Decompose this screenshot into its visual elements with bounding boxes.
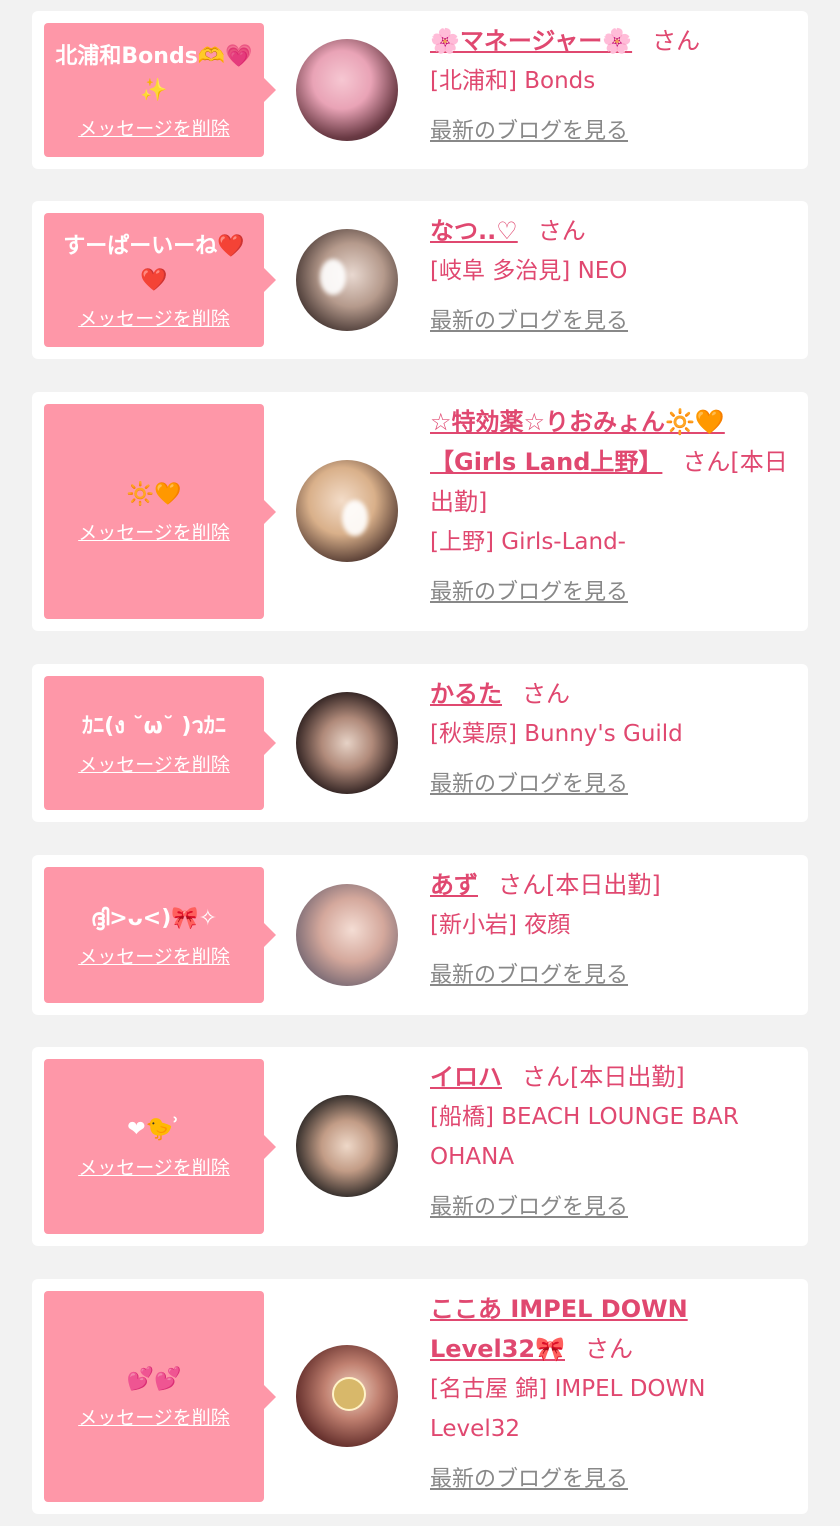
shop-name: [名古屋 錦] IMPEL DOWN Level32 xyxy=(430,1376,706,1442)
message-card: ദ്ദി>ᴗ<)🎀✧ メッセージを削除 あず さん[本日出勤] [新小岩] 夜顔 … xyxy=(32,855,808,1015)
sender-name-line: イロハ さん[本日出勤] xyxy=(430,1057,800,1097)
shop-name: [上野] Girls-Land- xyxy=(430,529,626,555)
avatar[interactable] xyxy=(296,229,398,331)
shop-name: [船橋] BEACH LOUNGE BAR OHANA xyxy=(430,1104,739,1170)
sender-name-link[interactable]: 🌸マネージャー🌸 xyxy=(430,27,632,55)
message-card: ｶﾆ(ง ˘ω˘ )วｶﾆ メッセージを削除 かるた さん [秋葉原] Bunny… xyxy=(32,664,808,822)
work-status: [本日出勤] xyxy=(546,871,661,899)
sender-info: ここあ IMPEL DOWN Level32🎀 さん [名古屋 錦] IMPEL … xyxy=(430,1289,800,1493)
latest-blog-link[interactable]: 最新のブログを見る xyxy=(430,957,628,989)
delete-message-link[interactable]: メッセージを削除 xyxy=(78,304,230,331)
latest-blog-link[interactable]: 最新のブログを見る xyxy=(430,303,628,335)
avatar[interactable] xyxy=(296,39,398,141)
message-text: 💕💕 xyxy=(126,1367,182,1392)
level-badge-icon xyxy=(332,1377,366,1411)
sender-info: あず さん[本日出勤] [新小岩] 夜顔 最新のブログを見る xyxy=(430,865,800,989)
sender-name-line: なつ..♡ さん xyxy=(430,211,800,251)
message-text: 北浦和Bonds🫶💗✨ xyxy=(55,43,253,103)
blur-mask xyxy=(320,259,346,295)
message-card: 💕💕 メッセージを削除 ここあ IMPEL DOWN Level32🎀 さん [名… xyxy=(32,1279,808,1514)
honorific: さん xyxy=(585,1335,633,1363)
honorific: さん xyxy=(537,217,586,245)
message-bubble: 🔆🧡 メッセージを削除 xyxy=(44,404,276,619)
sender-name-line: かるた さん xyxy=(430,674,800,714)
sender-name-link[interactable]: かるた xyxy=(430,680,502,708)
message-bubble: 💕💕 メッセージを削除 xyxy=(44,1291,276,1502)
honorific: さん xyxy=(682,448,731,476)
honorific: さん xyxy=(522,1063,570,1091)
message-card: 北浦和Bonds🫶💗✨ メッセージを削除 🌸マネージャー🌸 さん [北浦和] Bo… xyxy=(32,11,808,169)
delete-message-link[interactable]: メッセージを削除 xyxy=(78,942,230,969)
blur-mask xyxy=(342,500,368,536)
latest-blog-link[interactable]: 最新のブログを見る xyxy=(430,1461,628,1493)
delete-message-link[interactable]: メッセージを削除 xyxy=(78,518,230,545)
avatar[interactable] xyxy=(296,1345,398,1447)
work-status: [本日出勤] xyxy=(570,1063,685,1091)
honorific: さん xyxy=(652,27,701,55)
message-text: ｶﾆ(ง ˘ω˘ )วｶﾆ xyxy=(82,713,226,739)
avatar[interactable] xyxy=(296,884,398,986)
sender-name-line: ☆特効薬☆りおみょん🔆🧡【Girls Land上野】 さん[本日出勤] xyxy=(430,402,800,522)
latest-blog-link[interactable]: 最新のブログを見る xyxy=(430,766,628,798)
message-list: 北浦和Bonds🫶💗✨ メッセージを削除 🌸マネージャー🌸 さん [北浦和] Bo… xyxy=(0,0,840,1526)
shop-name: [岐阜 多治見] NEO xyxy=(430,258,628,284)
sender-info: 🌸マネージャー🌸 さん [北浦和] Bonds 最新のブログを見る xyxy=(430,21,800,145)
message-card: 🔆🧡 メッセージを削除 ☆特効薬☆りおみょん🔆🧡【Girls Land上野】 さん… xyxy=(32,392,808,631)
message-text: すーぱーいーね❤️❤️ xyxy=(63,233,245,293)
avatar[interactable] xyxy=(296,460,398,562)
sender-info: ☆特効薬☆りおみょん🔆🧡【Girls Land上野】 さん[本日出勤] [上野] … xyxy=(430,402,800,606)
delete-message-link[interactable]: メッセージを削除 xyxy=(78,750,230,777)
message-bubble: ｶﾆ(ง ˘ω˘ )วｶﾆ メッセージを削除 xyxy=(44,676,276,810)
honorific: さん xyxy=(522,680,570,708)
delete-message-link[interactable]: メッセージを削除 xyxy=(78,1403,230,1430)
avatar[interactable] xyxy=(296,1095,398,1197)
sender-name-link[interactable]: あず xyxy=(430,871,478,899)
sender-name-line: 🌸マネージャー🌸 さん xyxy=(430,21,800,61)
message-text: ദ്ദി>ᴗ<)🎀✧ xyxy=(90,905,218,931)
delete-message-link[interactable]: メッセージを削除 xyxy=(78,114,230,141)
sender-info: なつ..♡ さん [岐阜 多治見] NEO 最新のブログを見る xyxy=(430,211,800,335)
sender-info: かるた さん [秋葉原] Bunny's Guild 最新のブログを見る xyxy=(430,674,800,798)
message-text: ❤︎🐤 ͗ xyxy=(127,1117,181,1142)
sender-name-link[interactable]: ここあ IMPEL DOWN Level32🎀 xyxy=(430,1295,688,1363)
message-card: ❤︎🐤 ͗ メッセージを削除 イロハ さん[本日出勤] [船橋] BEACH LO… xyxy=(32,1047,808,1246)
sender-name-link[interactable]: ☆特効薬☆りおみょん🔆🧡【Girls Land上野】 xyxy=(430,408,725,476)
message-bubble: ദ്ദി>ᴗ<)🎀✧ メッセージを削除 xyxy=(44,867,276,1003)
shop-name: [新小岩] 夜顔 xyxy=(430,912,571,938)
sender-name-link[interactable]: イロハ xyxy=(430,1063,502,1091)
latest-blog-link[interactable]: 最新のブログを見る xyxy=(430,1189,628,1221)
shop-name: [北浦和] Bonds xyxy=(430,68,596,94)
shop-name: [秋葉原] Bunny's Guild xyxy=(430,721,683,747)
avatar[interactable] xyxy=(296,692,398,794)
sender-info: イロハ さん[本日出勤] [船橋] BEACH LOUNGE BAR OHANA … xyxy=(430,1057,800,1221)
honorific: さん xyxy=(498,871,546,899)
message-bubble: ❤︎🐤 ͗ メッセージを削除 xyxy=(44,1059,276,1234)
sender-name-link[interactable]: なつ..♡ xyxy=(430,217,518,245)
sender-name-line: あず さん[本日出勤] xyxy=(430,865,800,905)
message-bubble: すーぱーいーね❤️❤️ メッセージを削除 xyxy=(44,213,276,347)
latest-blog-link[interactable]: 最新のブログを見る xyxy=(430,574,628,606)
delete-message-link[interactable]: メッセージを削除 xyxy=(78,1153,230,1180)
message-card: すーぱーいーね❤️❤️ メッセージを削除 なつ..♡ さん [岐阜 多治見] NE… xyxy=(32,201,808,359)
message-bubble: 北浦和Bonds🫶💗✨ メッセージを削除 xyxy=(44,23,276,157)
latest-blog-link[interactable]: 最新のブログを見る xyxy=(430,113,628,145)
sender-name-line: ここあ IMPEL DOWN Level32🎀 さん xyxy=(430,1289,800,1369)
message-text: 🔆🧡 xyxy=(126,482,182,507)
